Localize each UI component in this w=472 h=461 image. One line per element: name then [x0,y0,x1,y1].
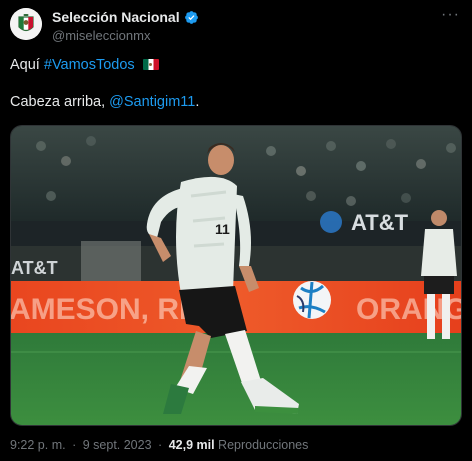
author-name-row: Selección Nacional [52,8,199,26]
tweet-text-suffix: . [195,94,200,110]
views-label: Reproducciones [218,438,309,452]
sponsor-globe-icon [320,211,342,233]
ad-board-text-left: AMESON, RE [11,293,199,326]
tweet-text-prefix-2: Cabeza arriba, [10,94,106,110]
soccer-ball [293,281,331,319]
federation-logo-icon [10,8,42,40]
more-dots-icon[interactable]: ··· [441,7,460,23]
sponsor-logo-left: AT&T [11,258,58,278]
tweet: Selección Nacional @miseleccionmx ··· Aq… [0,0,472,461]
tweet-time[interactable]: 9:22 p. m. [10,438,66,452]
verified-badge-icon [184,10,199,25]
meta-separator: · [72,438,77,452]
meta-separator: · [158,438,163,452]
avatar[interactable] [10,8,42,40]
hashtag-link[interactable]: #VamosTodos [44,57,135,73]
author-display-name[interactable]: Selección Nacional [52,9,180,25]
mention-link[interactable]: @Santigim11 [109,94,195,110]
views-count: 42,9 mil [168,438,215,452]
tweet-photo[interactable]: AT&T AT&T AMESON, RE ORANG 11 [10,125,462,426]
tweet-meta: 9:22 p. m. · 9 sept. 2023 · 42,9 mil Rep… [10,438,308,452]
jersey-number: 11 [215,221,230,237]
author-handle[interactable]: @miseleccionmx [52,28,199,43]
tweet-text-line-1: Aquí #VamosTodos [10,57,159,73]
tweet-text-line-2: Cabeza arriba, @Santigim11. [10,94,199,110]
sponsor-logo-right: AT&T [351,210,409,235]
author-block: Selección Nacional @miseleccionmx [52,8,199,43]
tweet-text-prefix: Aquí [10,57,40,73]
tweet-date[interactable]: 9 sept. 2023 [83,438,152,452]
mexico-flag-icon [142,59,159,70]
soccer-photo: AT&T AT&T AMESON, RE ORANG 11 [11,126,461,425]
